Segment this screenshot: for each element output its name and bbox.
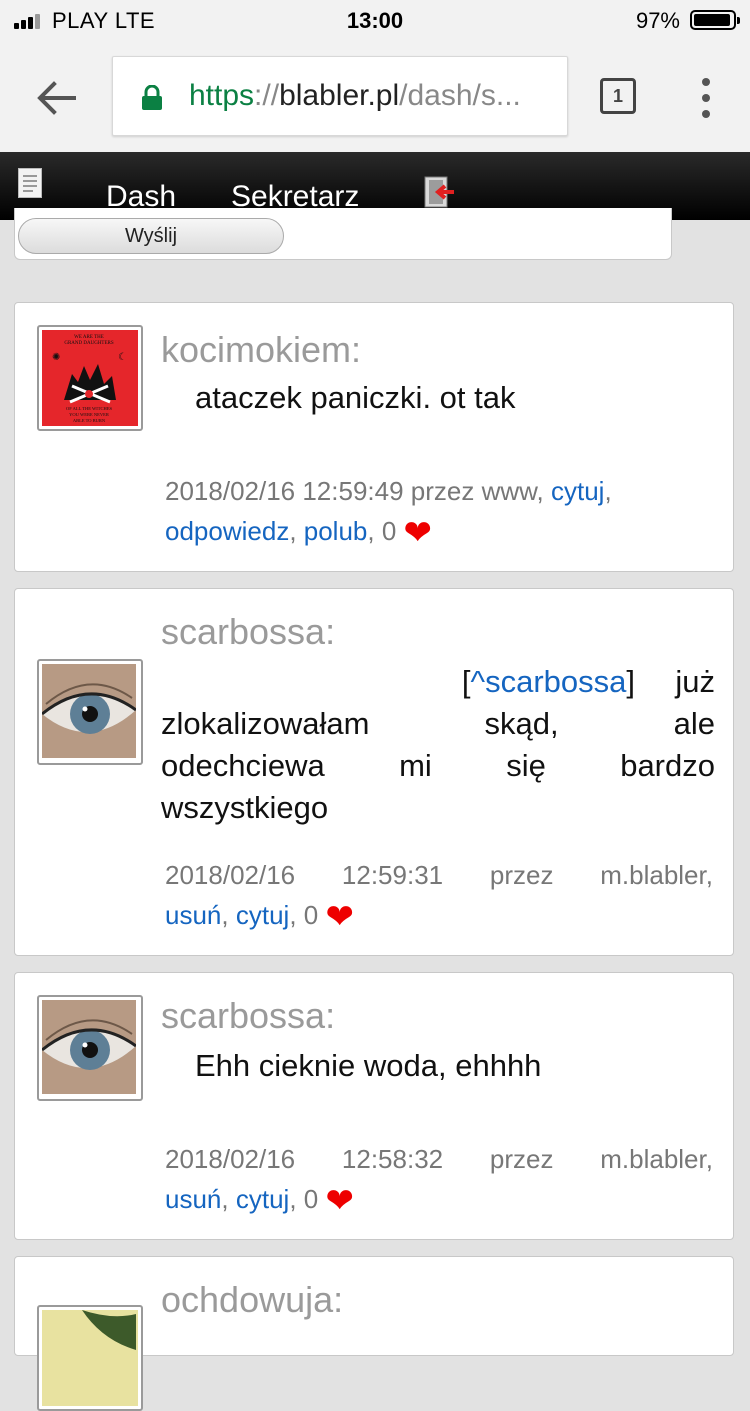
post-meta: 2018/02/16 12:59:49 przez www, cytuj, od… [165,476,612,552]
via-word: przez [489,1144,554,1174]
mention-link[interactable]: ^scarbossa [471,664,627,699]
via-word: przez [489,860,554,890]
svg-text:OF ALL THE WITCHES: OF ALL THE WITCHES [66,406,113,411]
avatar[interactable] [37,995,143,1101]
send-button[interactable]: Wyślij [18,218,284,254]
via-word: przez [410,476,475,506]
via-client: www, [481,476,544,506]
heart-icon[interactable]: ❤ [325,1182,354,1220]
svg-text:☾: ☾ [118,352,127,363]
lock-icon [142,85,162,110]
avatar[interactable]: WE ARE THE GRAND DAUGHTERS ✺ ☾ OF ALL TH… [37,325,143,431]
post-message: ataczek paniczki. ot tak [195,380,516,415]
post-author[interactable]: scarbossa: [161,995,335,1037]
avatar-artwork-icon: WE ARE THE GRAND DAUGHTERS ✺ ☾ OF ALL TH… [52,335,127,423]
browser-toolbar: https://blabler.pl/dash/s... 1 [0,40,750,152]
avatar-eye-image [42,664,138,760]
svg-text:YOU WERE NEVER: YOU WERE NEVER [69,412,109,417]
document-icon[interactable] [18,168,42,198]
quote-link[interactable]: cytuj [236,900,289,930]
post-date: 2018/02/16 [165,860,296,890]
post-card: scarbossa: [^scarbossa] już zlokalizował… [14,588,734,956]
like-count: 0 [381,516,397,546]
tab-count: 1 [612,86,623,106]
avatar-image [42,1310,138,1406]
like-count: 0 [303,1184,319,1214]
delete-link[interactable]: usuń [165,1184,221,1214]
post-message: Ehh cieknie woda, ehhhh [195,1048,542,1083]
post-author[interactable]: ochdowuja: [161,1279,343,1321]
tabs-icon[interactable]: 1 [600,78,636,114]
post-card: WE ARE THE GRAND DAUGHTERS ✺ ☾ OF ALL TH… [14,302,734,572]
back-arrow-icon[interactable] [34,76,78,120]
like-link[interactable]: polub [304,516,368,546]
post-datetime: 2018/02/16 12:59:49 [165,476,404,506]
delete-link[interactable]: usuń [165,900,221,930]
post-date: 2018/02/16 [165,1144,296,1174]
svg-text:✺: ✺ [52,352,60,363]
avatar[interactable] [37,659,143,765]
overflow-menu-icon[interactable] [696,76,716,120]
battery-icon [690,10,740,30]
post-message: [^scarbossa] już zlokalizowałam skąd, ale … [161,664,715,825]
post-meta: 2018/02/16 12:58:32 przez m.blabler, usuń, … [165,1139,713,1221]
post-author[interactable]: scarbossa: [161,611,335,653]
battery-percent: 97% [635,8,680,33]
post-card: ochdowuja: [14,1256,734,1411]
via-client: m.blabler, [600,860,713,890]
svg-text:GRAND DAUGHTERS: GRAND DAUGHTERS [64,341,114,346]
post-form: Wyślij [14,208,672,260]
reply-link[interactable]: odpowiedz [165,516,289,546]
via-client: m.blabler, [600,1144,713,1174]
post-author[interactable]: kocimokiem: [161,329,361,371]
quote-link[interactable]: cytuj [551,476,604,506]
post-time: 12:59:31 [341,860,444,890]
post-card: scarbossa: Ehh cieknie woda, ehhhh 2018/… [14,972,734,1240]
post-time: 12:58:32 [341,1144,444,1174]
status-bar: PLAY LTE 13:00 97% [0,0,750,40]
avatar-eye-image [42,1000,138,1096]
post-meta: 2018/02/16 12:59:31 przez m.blabler, usuń, … [165,855,713,937]
svg-text:WE ARE THE: WE ARE THE [74,335,104,340]
like-count: 0 [303,900,319,930]
url-text: https://blabler.pl/dash/s... [189,79,521,112]
heart-icon[interactable]: ❤ [325,898,354,936]
svg-text:ABLE TO BURN: ABLE TO BURN [73,418,106,423]
avatar[interactable] [37,1305,143,1411]
heart-icon[interactable]: ❤ [404,514,433,552]
logout-icon[interactable] [424,176,456,208]
address-bar[interactable]: https://blabler.pl/dash/s... [112,56,568,136]
quote-link[interactable]: cytuj [236,1184,289,1214]
